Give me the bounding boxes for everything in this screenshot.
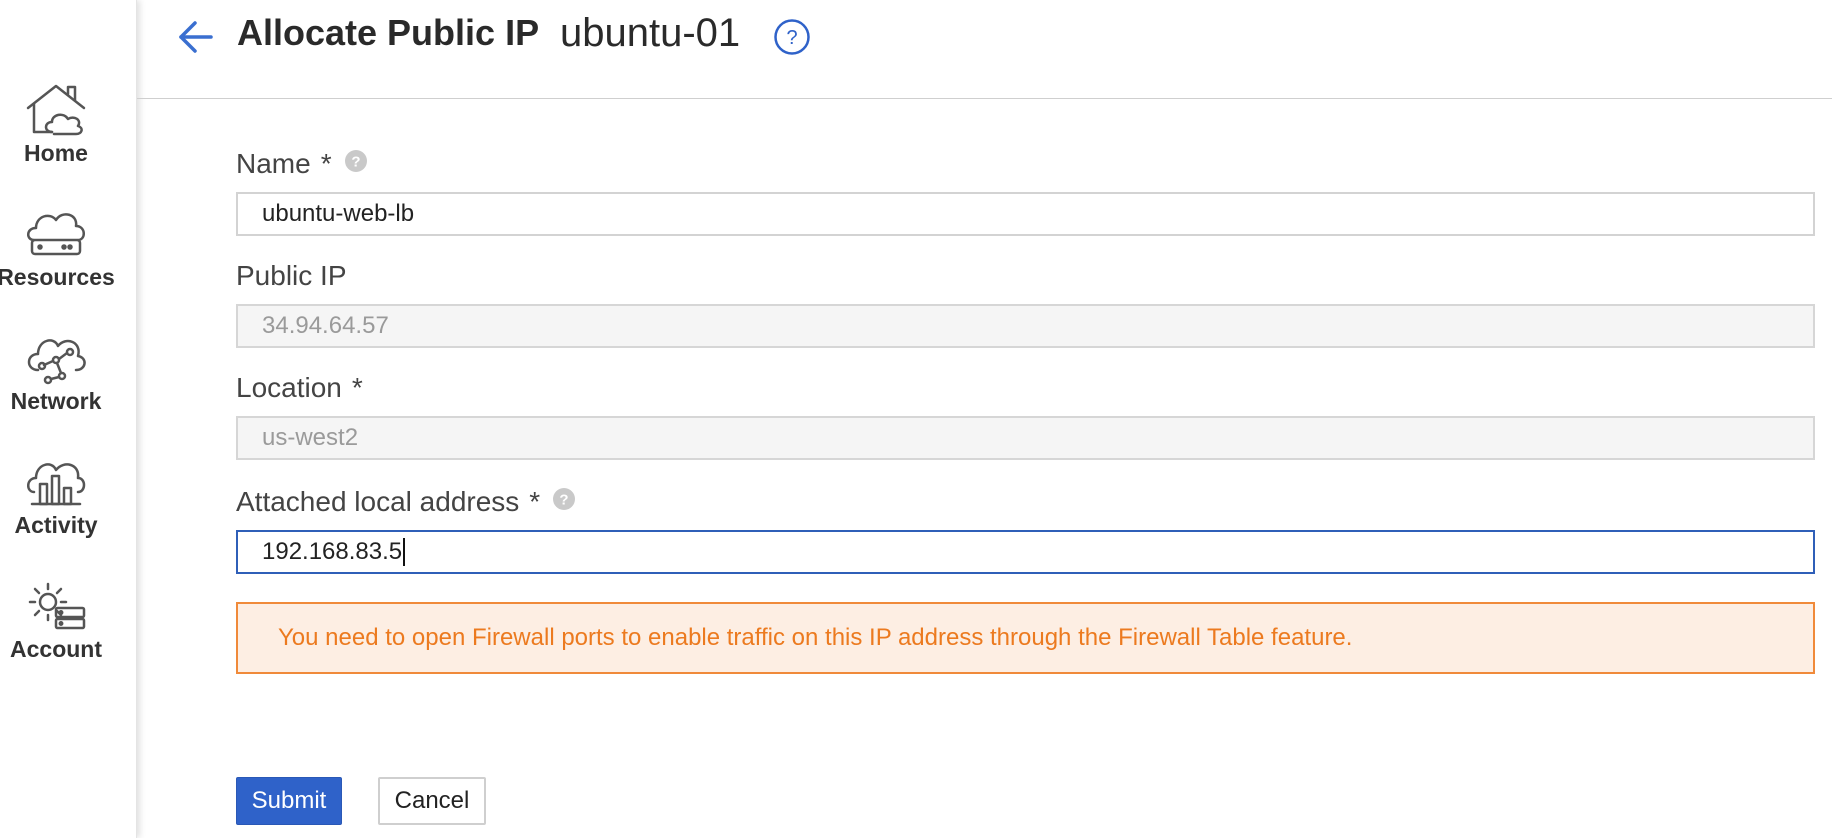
sidebar-label-activity: Activity [14, 512, 98, 538]
sidebar-label-network: Network [10, 388, 102, 414]
sidebar-item-account[interactable]: Account [0, 578, 112, 663]
submit-button[interactable]: Submit [236, 777, 342, 825]
page-title: Allocate Public IP [237, 12, 540, 53]
sidebar-label-account: Account [10, 636, 102, 662]
sidebar-item-home[interactable]: Home [0, 82, 112, 167]
help-button[interactable]: ? [773, 18, 811, 61]
page-header: Allocate Public IP ubuntu-01 ? [137, 0, 1832, 99]
location-input: us-west2 [236, 416, 1815, 460]
location-label: Location * [236, 372, 363, 404]
attached-local-address-required-mark: * [529, 486, 541, 517]
attached-local-address-value: 192.168.83.5 [262, 538, 403, 565]
cancel-button[interactable]: Cancel [378, 777, 486, 825]
public-ip-label: Public IP [236, 260, 347, 292]
cloud-chart-icon [27, 463, 86, 506]
name-label-text: Name [236, 148, 311, 179]
attached-local-address-help-icon[interactable]: ? [552, 486, 576, 518]
location-required-mark: * [351, 372, 363, 403]
sidebar-item-resources[interactable]: Resources [0, 206, 115, 291]
sidebar: Home Resources Network Activity Account [0, 0, 137, 838]
attached-local-address-label-text: Attached local address [236, 486, 520, 517]
help-circle-icon: ? [774, 19, 810, 55]
name-input[interactable]: ubuntu-web-lb [236, 192, 1815, 236]
text-caret [403, 538, 406, 566]
cloud-network-icon [27, 339, 86, 385]
sidebar-label-resources: Resources [0, 264, 115, 290]
gear-server-icon [28, 582, 86, 630]
svg-text:?: ? [786, 27, 797, 49]
svg-text:?: ? [351, 154, 360, 171]
sidebar-item-activity[interactable]: Activity [0, 454, 112, 539]
cloud-server-icon [27, 213, 85, 256]
firewall-warning-banner: You need to open Firewall ports to enabl… [236, 602, 1815, 674]
sidebar-item-network[interactable]: Network [0, 330, 112, 415]
arrow-left-icon [179, 21, 213, 53]
back-button[interactable] [171, 14, 221, 60]
home-cloud-icon [26, 84, 86, 136]
public-ip-input: 34.94.64.57 [236, 304, 1815, 348]
warning-text: You need to open Firewall ports to enabl… [278, 624, 1353, 651]
name-help-icon[interactable]: ? [344, 148, 368, 180]
name-required-mark: * [320, 148, 332, 179]
attached-local-address-label: Attached local address * ? [236, 486, 576, 518]
name-label: Name * ? [236, 148, 368, 180]
sidebar-label-home: Home [24, 140, 88, 166]
page-subtitle: ubuntu-01 [560, 11, 741, 55]
attached-local-address-input[interactable]: 192.168.83.5 [236, 530, 1815, 574]
public-ip-label-text: Public IP [236, 260, 347, 291]
svg-text:?: ? [560, 492, 569, 509]
location-label-text: Location [236, 372, 342, 403]
